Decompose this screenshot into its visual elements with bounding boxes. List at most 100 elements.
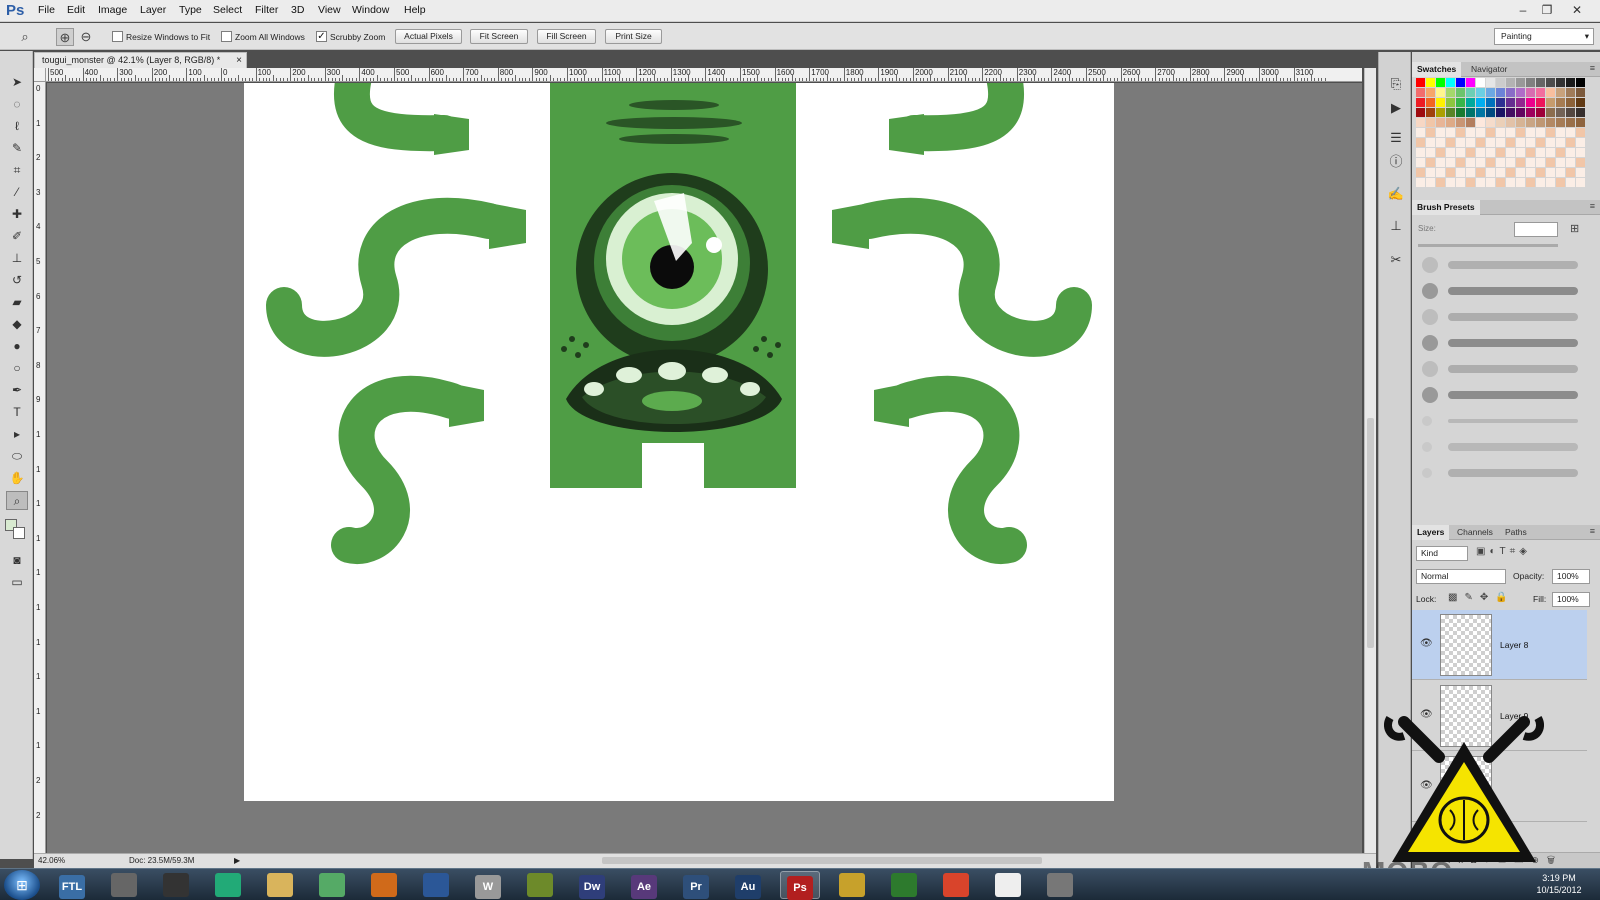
color-swatch[interactable] — [1426, 108, 1435, 117]
color-swatch[interactable] — [1436, 108, 1445, 117]
document-tab[interactable]: tougui_monster @ 42.1% (Layer 8, RGB/8) … — [34, 52, 247, 68]
color-swatch[interactable] — [1426, 148, 1435, 157]
color-swatch[interactable] — [1496, 138, 1505, 147]
blend-mode-select[interactable]: Normal — [1416, 569, 1506, 584]
color-swatch[interactable] — [1466, 158, 1475, 167]
color-swatch[interactable] — [1526, 118, 1535, 127]
color-swatch[interactable] — [1516, 178, 1525, 187]
taskbar-app-icon[interactable]: W — [468, 871, 508, 899]
taskbar-app-icon[interactable] — [884, 871, 924, 899]
color-swatch[interactable] — [1416, 78, 1425, 87]
menu-select[interactable]: Select — [213, 4, 242, 16]
color-swatch[interactable] — [1536, 128, 1545, 137]
color-swatch[interactable] — [1446, 128, 1455, 137]
taskbar-app-icon[interactable]: Dw — [572, 871, 612, 899]
color-swatch[interactable] — [1516, 158, 1525, 167]
color-swatch[interactable] — [1476, 168, 1485, 177]
zoom-in-icon[interactable]: ⊕ — [56, 28, 74, 46]
color-swatch[interactable] — [1486, 88, 1495, 97]
color-swatch[interactable] — [1566, 88, 1575, 97]
paint-bucket-icon[interactable]: ◆ — [6, 315, 28, 334]
color-swatch[interactable] — [1556, 128, 1565, 137]
type-icon[interactable]: T — [6, 403, 28, 422]
crop-icon[interactable]: ⌗ — [6, 161, 28, 180]
quick-mask-icon[interactable]: ◙ — [6, 551, 28, 570]
screen-mode-icon[interactable]: ▭ — [6, 573, 28, 592]
color-swatch[interactable] — [1516, 138, 1525, 147]
scrubby-zoom-checkbox[interactable]: ✓ — [316, 31, 327, 42]
color-swatch[interactable] — [1526, 178, 1535, 187]
color-swatch[interactable] — [1416, 118, 1425, 127]
brush-preset[interactable] — [1418, 304, 1588, 330]
color-swatch[interactable] — [1536, 168, 1545, 177]
move-icon[interactable]: ➤ — [6, 73, 28, 92]
info-icon[interactable]: ⓘ — [1386, 152, 1406, 172]
document-canvas[interactable] — [244, 83, 1114, 801]
color-swatch[interactable] — [1446, 78, 1455, 87]
color-swatch[interactable] — [1426, 98, 1435, 107]
tab-layers[interactable]: Layers — [1412, 525, 1450, 540]
color-swatch[interactable] — [1456, 88, 1465, 97]
color-swatch[interactable] — [1526, 148, 1535, 157]
color-swatch[interactable] — [1556, 108, 1565, 117]
color-swatch[interactable] — [1566, 98, 1575, 107]
color-swatch[interactable] — [1456, 148, 1465, 157]
color-swatch[interactable] — [1456, 178, 1465, 187]
marquee-icon[interactable]: ◌ — [6, 95, 28, 114]
color-swatch[interactable] — [1526, 138, 1535, 147]
swatch-grid[interactable] — [1416, 78, 1586, 190]
menu-window[interactable]: Window — [352, 4, 389, 16]
zoom-tool-preset-icon[interactable]: ⌕ — [16, 28, 34, 46]
lasso-icon[interactable]: ℓ — [6, 117, 28, 136]
visibility-eye-icon[interactable]: 👁 — [1420, 638, 1433, 649]
color-swatch[interactable] — [1476, 78, 1485, 87]
path-select-icon[interactable]: ▸ — [6, 425, 28, 444]
color-swatch[interactable] — [1456, 108, 1465, 117]
color-swatch[interactable] — [1516, 128, 1525, 137]
color-swatch[interactable] — [1436, 148, 1445, 157]
color-swatch[interactable] — [1456, 138, 1465, 147]
color-swatch[interactable] — [1486, 128, 1495, 137]
color-swatch[interactable] — [1546, 78, 1555, 87]
fill-field[interactable]: 100% — [1552, 592, 1590, 607]
color-swatch[interactable] — [1516, 168, 1525, 177]
color-swatch[interactable] — [1556, 158, 1565, 167]
taskbar-app-icon[interactable]: Pr — [676, 871, 716, 899]
color-swatch[interactable] — [1416, 178, 1425, 187]
clone-source-icon[interactable]: ⊥ — [1386, 216, 1406, 236]
color-swatch[interactable] — [1506, 158, 1515, 167]
color-swatch[interactable] — [1516, 88, 1525, 97]
color-swatch[interactable] — [1456, 118, 1465, 127]
panel-menu-icon[interactable]: ≡ — [1590, 201, 1595, 211]
color-swatch[interactable] — [1496, 78, 1505, 87]
color-swatch[interactable] — [1446, 148, 1455, 157]
color-swatch[interactable] — [1486, 108, 1495, 117]
lock-icons[interactable]: ▩✎✥🔒 — [1448, 592, 1515, 603]
canvas-area[interactable] — [47, 83, 1362, 853]
color-swatch[interactable] — [1526, 98, 1535, 107]
tab-navigator[interactable]: Navigator — [1466, 62, 1512, 77]
hand-icon[interactable]: ✋ — [6, 469, 28, 488]
color-swatch[interactable] — [1536, 88, 1545, 97]
color-swatch[interactable] — [1476, 178, 1485, 187]
color-swatch[interactable] — [1506, 98, 1515, 107]
color-swatch[interactable] — [1476, 88, 1485, 97]
color-swatch[interactable] — [1476, 108, 1485, 117]
color-swatch[interactable] — [1526, 108, 1535, 117]
color-swatch[interactable] — [1566, 168, 1575, 177]
color-swatch[interactable] — [1416, 98, 1425, 107]
color-swatch[interactable] — [1566, 118, 1575, 127]
color-swatch[interactable] — [1536, 148, 1545, 157]
color-swatch[interactable] — [1496, 88, 1505, 97]
taskbar-app-icon[interactable] — [156, 871, 196, 899]
color-swatch[interactable] — [1526, 78, 1535, 87]
zoom-all-windows-checkbox[interactable] — [221, 31, 232, 42]
taskbar-app-icon[interactable] — [520, 871, 560, 899]
zoom-level[interactable]: 42.06% — [38, 854, 65, 867]
color-swatch[interactable] — [1536, 108, 1545, 117]
brush-preset[interactable] — [1418, 382, 1588, 408]
color-swatch[interactable] — [1546, 118, 1555, 127]
color-swatch[interactable] — [1466, 138, 1475, 147]
taskbar-app-icon[interactable] — [364, 871, 404, 899]
color-swatch[interactable] — [1506, 148, 1515, 157]
